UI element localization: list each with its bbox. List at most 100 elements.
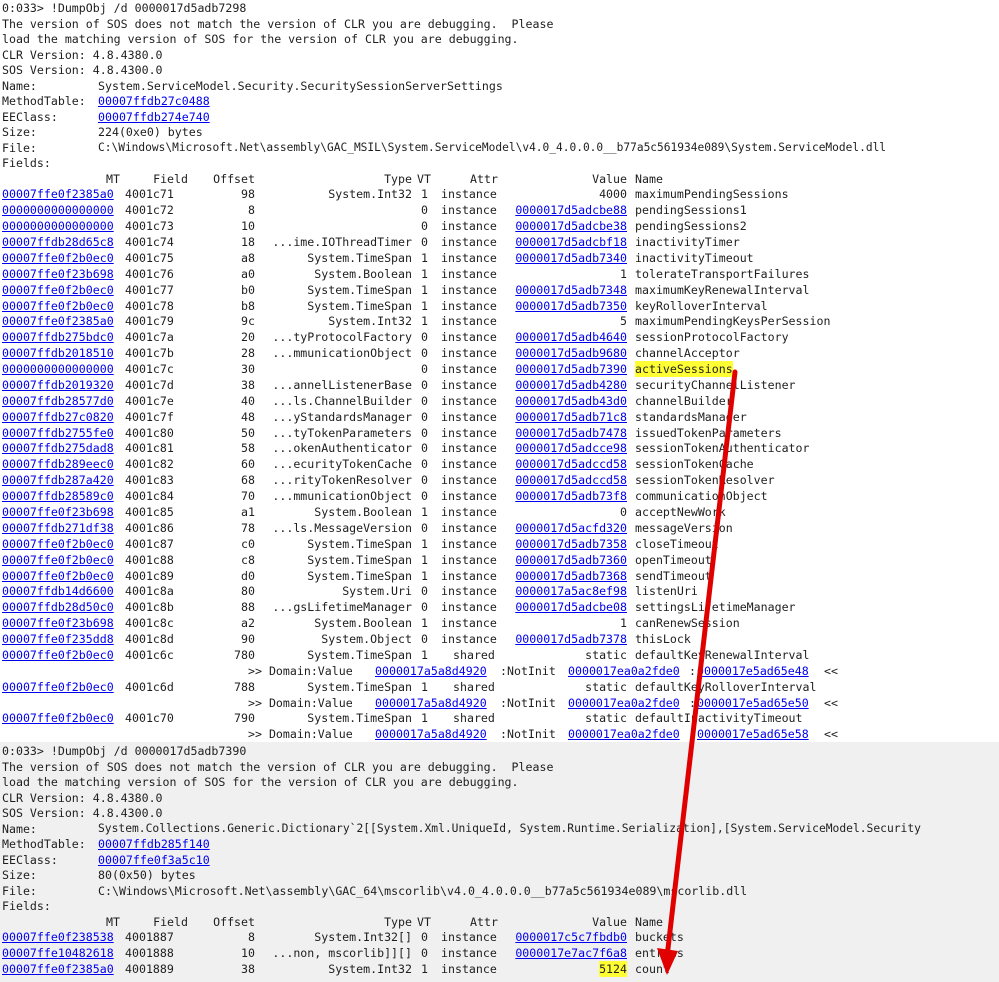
domain-link[interactable]: 0000017a5a8d4920 <box>375 726 487 742</box>
method-table-link[interactable]: 00007ffe0f23b698 <box>2 615 114 631</box>
method-table-link[interactable]: 00007ffdb287a420 <box>2 472 114 488</box>
field-token: 4001c8c <box>125 616 174 631</box>
methodtable-link[interactable]: 00007ffdb285f140 <box>98 836 210 852</box>
field-attr: instance <box>441 362 497 377</box>
domain-link[interactable]: 0000017ea0a2fde0 <box>568 695 680 711</box>
field-value-link[interactable]: 0000017a5ac8ef98 <box>515 583 627 599</box>
field-value-link[interactable]: 0000017d5acfd320 <box>515 520 627 536</box>
method-table-link[interactable]: 00007ffdb271df38 <box>2 520 114 536</box>
method-table-link[interactable]: 00007ffdb275bdc0 <box>2 329 114 345</box>
command-prompt: 0:033> !DumpObj /d 0000017d5adb7298 <box>2 1 247 15</box>
method-table-link[interactable]: 00007ffe10482618 <box>2 945 114 961</box>
method-table-link[interactable]: 00007ffdb2755fe0 <box>2 425 114 441</box>
method-table-link[interactable]: 00007ffdb28589c0 <box>2 488 114 504</box>
field-name: defaultInactivityTimeout <box>635 711 803 726</box>
field-name: canRenewSession <box>635 616 740 631</box>
dumpobj-output-session-settings: 0:033> !DumpObj /d 0000017d5adb7298 The … <box>0 0 999 742</box>
method-table-link[interactable]: 00007ffe0f2b0ec0 <box>2 679 114 695</box>
method-table-link[interactable]: 00007ffdb28577d0 <box>2 393 114 409</box>
field-attr: instance <box>441 282 497 297</box>
windbg-command-output: 0:033> !DumpObj /d 0000017d5adb7298 The … <box>0 0 999 982</box>
method-table-link[interactable]: 00007ffdb2018510 <box>2 345 114 361</box>
field-value-link[interactable]: 0000017e7ac7f6a8 <box>515 945 627 961</box>
field-attr: shared <box>453 679 495 694</box>
field-value-link[interactable]: 0000017d5adb4640 <box>515 329 627 345</box>
method-table-link[interactable]: 00007ffdb275dad8 <box>2 440 114 456</box>
method-table-link[interactable]: 00007ffe0f238538 <box>2 929 114 945</box>
field-attr: instance <box>441 930 497 945</box>
method-table-link[interactable]: 00007ffe0f2b0ec0 <box>2 298 114 314</box>
field-vt: 1 <box>421 187 428 202</box>
field-value-link[interactable]: 0000017d5adb7478 <box>515 425 627 441</box>
method-table-link[interactable]: 00007ffe0f2b0ec0 <box>2 647 114 663</box>
method-table-link[interactable]: 00007ffe0f235dd8 <box>2 631 114 647</box>
methodtable-link[interactable]: 00007ffdb27c0488 <box>98 93 210 109</box>
field-vt: 0 <box>421 346 428 361</box>
eeclass-line: EEClass: 00007ffe0f3a5c10 <box>2 852 997 868</box>
size-label: Size: <box>2 868 37 882</box>
eeclass-link[interactable]: 00007ffe0f3a5c10 <box>98 852 210 868</box>
domain-link[interactable]: 0000017a5a8d4920 <box>375 695 487 711</box>
field-offset: 68 <box>241 473 255 488</box>
field-value-link[interactable]: 0000017c5c7fbdb0 <box>515 929 627 945</box>
domain-value-link[interactable]: 0000017e5ad65e48 <box>697 663 809 679</box>
field-value-link[interactable]: 0000017d5adb9680 <box>515 345 627 361</box>
method-table-link[interactable]: 00007ffe0f23b698 <box>2 504 114 520</box>
field-value-link[interactable]: 0000017d5adb73f8 <box>515 488 627 504</box>
method-table-link[interactable]: 00007ffe0f2385a0 <box>2 961 114 977</box>
field-value-link[interactable]: 0000017d5adcbf18 <box>515 234 627 250</box>
method-table-link[interactable]: 00007ffe0f2b0ec0 <box>2 568 114 584</box>
sos-warning-line-1: The version of SOS does not match the ve… <box>2 16 554 31</box>
field-attr: instance <box>441 219 497 234</box>
field-value-link[interactable]: 0000017d5adb7368 <box>515 568 627 584</box>
field-value-link[interactable]: 0000017d5adcbe38 <box>515 218 627 234</box>
field-value-link[interactable]: 0000017d5adb7348 <box>515 282 627 298</box>
field-type: ...yStandardsManager <box>272 409 412 424</box>
field-value: 5124 <box>599 961 627 978</box>
field-token: 4001c84 <box>125 489 174 504</box>
method-table-link[interactable]: 00007ffe0f2b0ec0 <box>2 536 114 552</box>
domain-link[interactable]: 0000017a5a8d4920 <box>375 663 487 679</box>
method-table-link[interactable]: 0000000000000000 <box>2 361 114 377</box>
field-value-link[interactable]: 0000017d5adb43d0 <box>515 393 627 409</box>
size-value: 224(0xe0) bytes <box>98 125 203 139</box>
field-value-link[interactable]: 0000017d5adccd58 <box>515 456 627 472</box>
field-value-link[interactable]: 0000017d5adb7350 <box>515 298 627 314</box>
method-table-link[interactable]: 00007ffe0f2385a0 <box>2 313 114 329</box>
method-table-link[interactable]: 00007ffdb289eec0 <box>2 456 114 472</box>
method-table-link[interactable]: 00007ffe0f23b698 <box>2 266 114 282</box>
field-attr: instance <box>441 600 497 615</box>
field-value-link[interactable]: 0000017d5adb4280 <box>515 377 627 393</box>
field-value-link[interactable]: 0000017d5adcbe08 <box>515 599 627 615</box>
field-value-link[interactable]: 0000017d5adb71c8 <box>515 409 627 425</box>
method-table-link[interactable]: 0000000000000000 <box>2 218 114 234</box>
method-table-link[interactable]: 00007ffdb28d50c0 <box>2 599 114 615</box>
field-value-link[interactable]: 0000017d5adb7340 <box>515 250 627 266</box>
eeclass-link[interactable]: 00007ffdb274e740 <box>98 109 210 125</box>
field-token: 4001c73 <box>125 219 174 234</box>
domain-link[interactable]: 0000017ea0a2fde0 <box>568 726 680 742</box>
method-table-link[interactable]: 00007ffdb14d6600 <box>2 583 114 599</box>
field-value-link[interactable]: 0000017d5adcce98 <box>515 440 627 456</box>
method-table-link[interactable]: 00007ffe0f2b0ec0 <box>2 552 114 568</box>
field-value-link[interactable]: 0000017d5adb7378 <box>515 631 627 647</box>
field-value-link[interactable]: 0000017d5adcbe88 <box>515 202 627 218</box>
domain-value-link[interactable]: 0000017e5ad65e50 <box>697 695 809 711</box>
method-table-link[interactable]: 00007ffe0f2b0ec0 <box>2 250 114 266</box>
method-table-link[interactable]: 00007ffdb2019320 <box>2 377 114 393</box>
field-offset: c0 <box>241 536 255 551</box>
method-table-link[interactable]: 00007ffe0f2b0ec0 <box>2 710 114 726</box>
domain-value-link[interactable]: 0000017e5ad65e58 <box>697 726 809 742</box>
method-table-link[interactable]: 00007ffe0f2b0ec0 <box>2 282 114 298</box>
field-name: maximumKeyRenewalInterval <box>635 282 810 297</box>
method-table-link[interactable]: 0000000000000000 <box>2 202 114 218</box>
field-value-link[interactable]: 0000017d5adb7358 <box>515 536 627 552</box>
field-value-link[interactable]: 0000017d5adccd58 <box>515 472 627 488</box>
field-value-link[interactable]: 0000017d5adb7360 <box>515 552 627 568</box>
domain-link[interactable]: 0000017ea0a2fde0 <box>568 663 680 679</box>
method-table-link[interactable]: 00007ffdb28d65c8 <box>2 234 114 250</box>
method-table-link[interactable]: 00007ffdb27c0820 <box>2 409 114 425</box>
method-table-link[interactable]: 00007ffe0f2385a0 <box>2 186 114 202</box>
field-offset: a8 <box>241 250 255 265</box>
field-value-link[interactable]: 0000017d5adb7390 <box>515 361 627 377</box>
